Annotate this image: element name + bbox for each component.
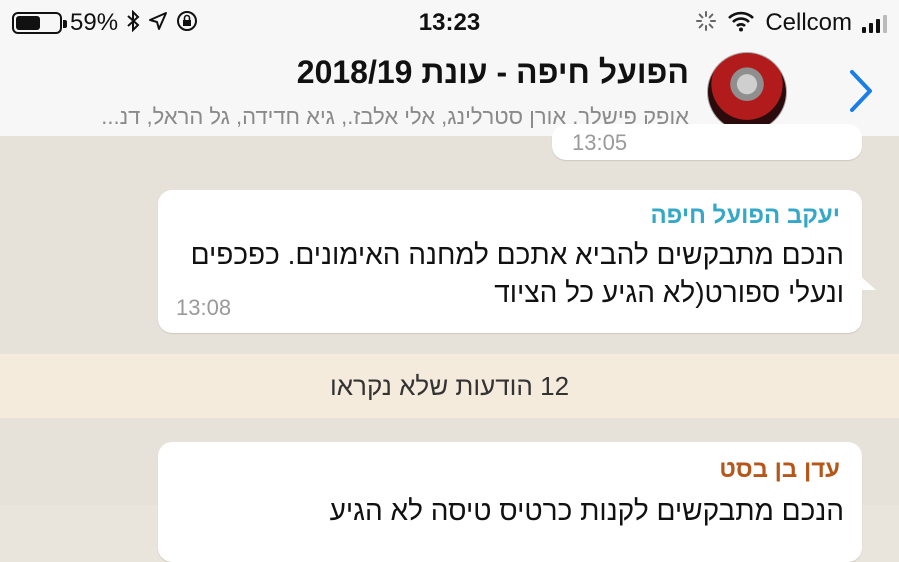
- wifi-icon: [727, 10, 755, 36]
- chat-area[interactable]: 13:05 יעקב הפועל חיפה הנכם מתבקשים להביא…: [0, 124, 899, 562]
- status-right: Cellcom: [695, 9, 887, 37]
- message-text: הנכם מתבקשים לקנות כרטיס טיסה לא הגיע: [329, 495, 844, 526]
- signal-strength-icon: [862, 13, 887, 33]
- group-avatar[interactable]: [707, 52, 787, 132]
- unread-messages-banner: 12 הודעות שלא נקראו: [0, 354, 899, 418]
- group-title: הפועל חיפה - עונת 2018/19: [296, 54, 689, 90]
- message-timestamp: 13:08: [176, 295, 232, 320]
- message-bubble[interactable]: עדן בן בסט הנכם מתבקשים לקנות כרטיס טיסה…: [158, 442, 862, 562]
- message-sender[interactable]: עדן בן בסט: [719, 456, 840, 484]
- message-sender[interactable]: יעקב הפועל חיפה: [650, 202, 840, 230]
- back-button[interactable]: [841, 66, 881, 116]
- chevron-right-icon: [850, 70, 872, 112]
- message-text: הנכם מתבקשים להביא אתכם למחנה האימונים. …: [190, 239, 844, 308]
- status-bar: 59% 13:23 Cellcom: [0, 0, 899, 46]
- loading-spinner-icon: [695, 10, 717, 36]
- bubble-tail: [858, 274, 876, 290]
- message-bubble[interactable]: 13:05: [552, 124, 862, 160]
- message-bubble[interactable]: יעקב הפועל חיפה הנכם מתבקשים להביא אתכם …: [158, 190, 876, 333]
- carrier-name: Cellcom: [765, 9, 852, 36]
- message-timestamp: 13:05: [572, 130, 628, 155]
